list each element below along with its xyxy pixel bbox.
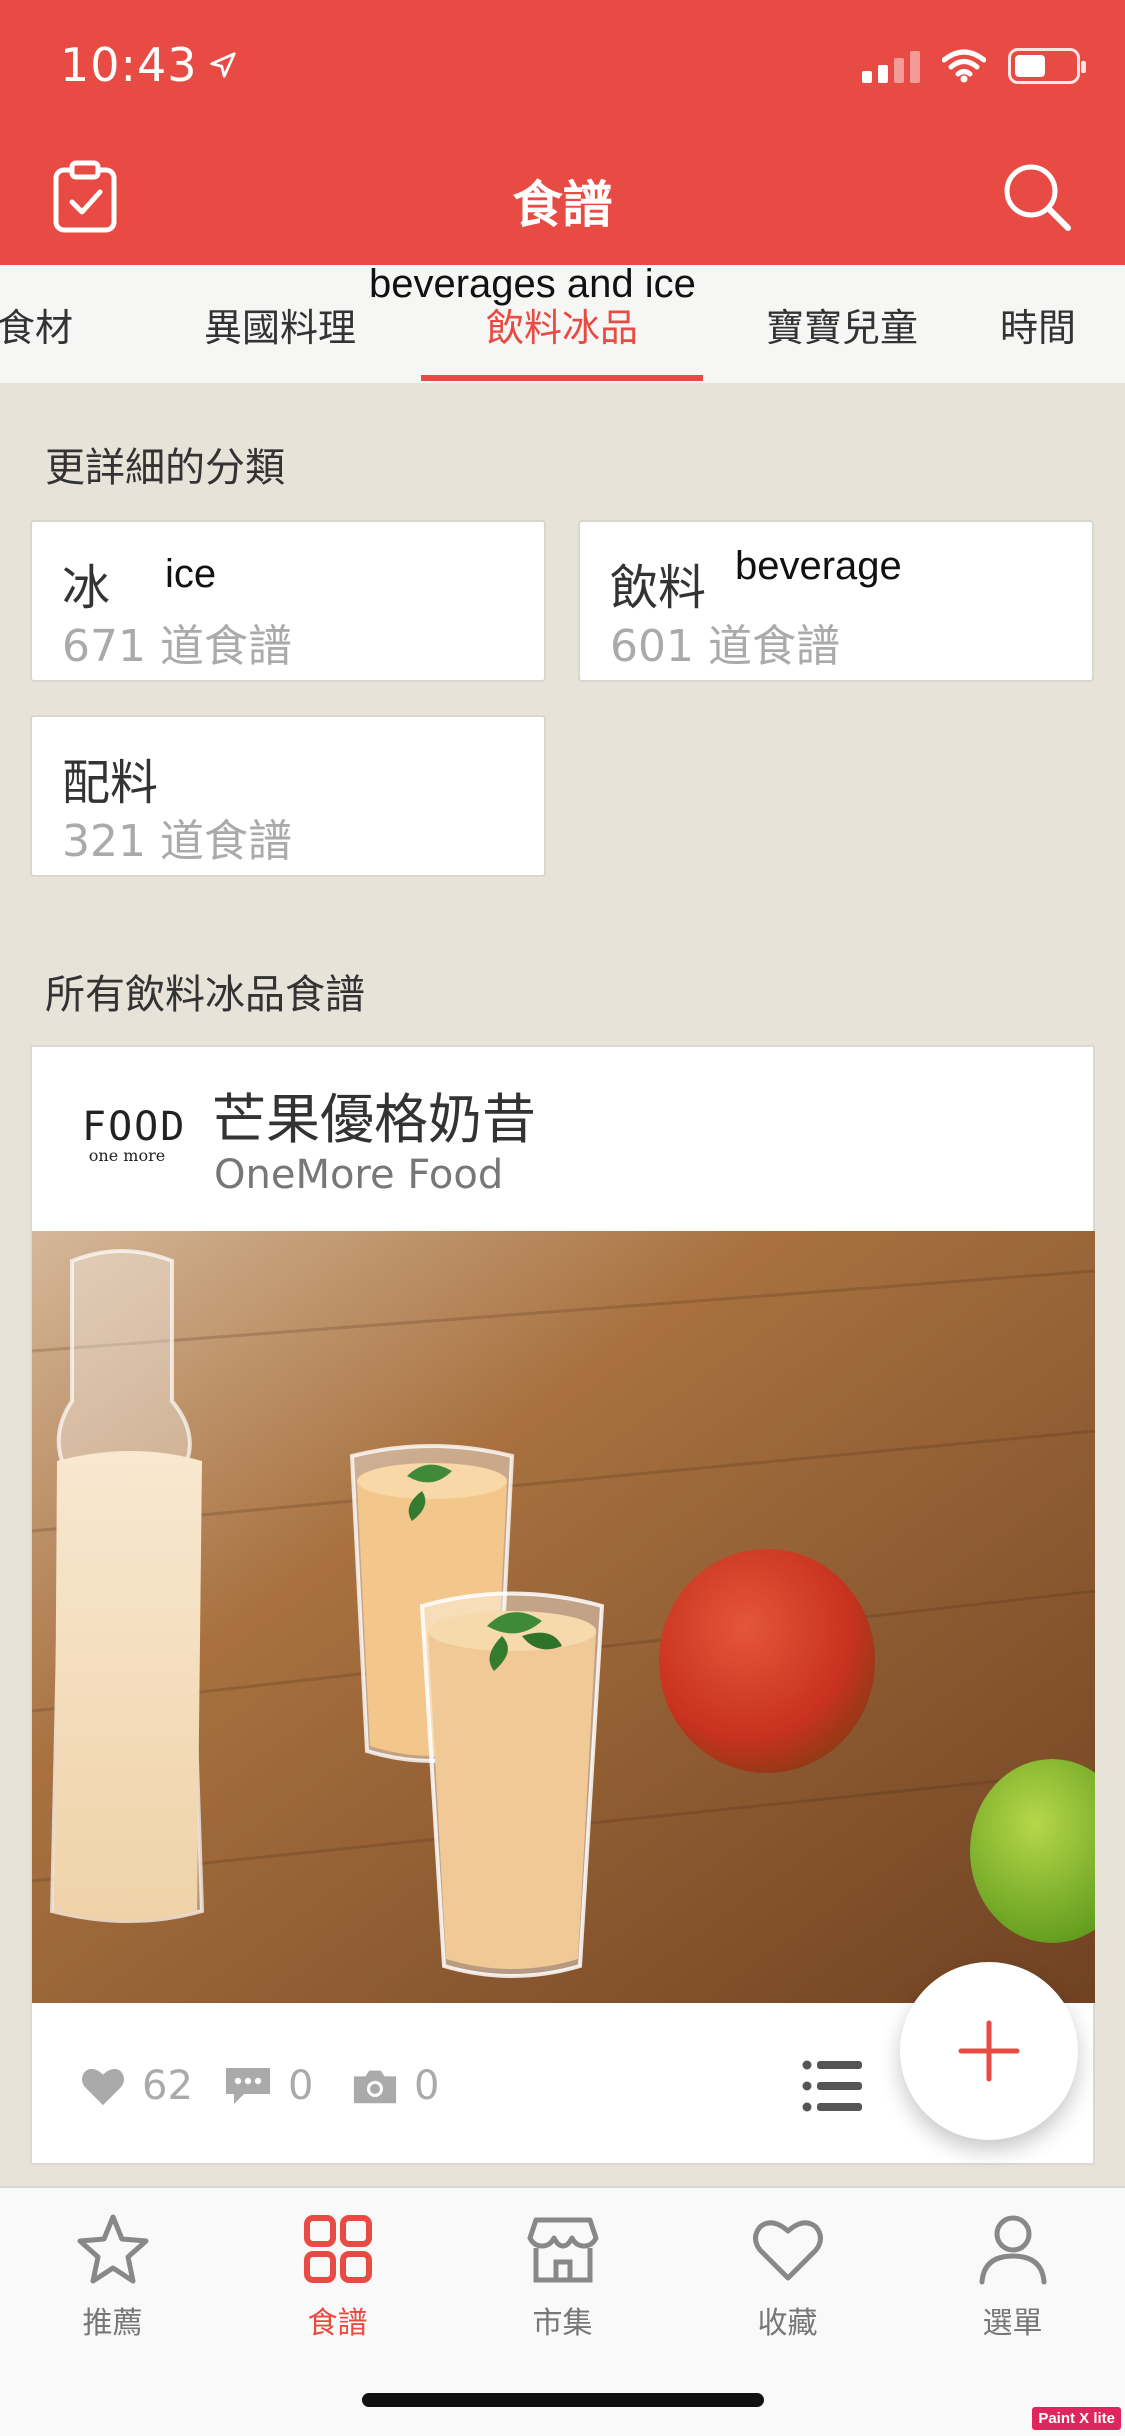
- wifi-icon: [942, 49, 986, 83]
- comments-count: 0: [288, 2063, 314, 2109]
- photos-count: 0: [414, 2063, 440, 2109]
- subcategory-card-toppings[interactable]: 配料 321 道食譜: [30, 715, 546, 877]
- plus-icon: [958, 2020, 1020, 2082]
- comments-stat[interactable]: 0: [224, 2063, 313, 2109]
- camera-icon: [353, 2070, 397, 2104]
- tab-annotation-text: beverages and ice: [369, 262, 696, 306]
- subcategory-section-title: 更詳細的分類: [45, 445, 285, 491]
- subcategory-annotation: beverage: [735, 544, 902, 588]
- heart-outline-icon: [752, 2220, 823, 2281]
- nav-label: 食譜: [307, 2306, 368, 2341]
- subcategory-name: 飲料: [610, 560, 707, 616]
- logo-main-text: FOOD: [82, 1104, 187, 1150]
- add-recipe-fab[interactable]: [900, 1962, 1078, 2140]
- store-icon: [527, 2217, 598, 2283]
- status-time-text: 10:43: [60, 38, 198, 92]
- nav-item-recipes[interactable]: 食譜: [225, 2212, 450, 2372]
- nav-label: 推薦: [82, 2306, 143, 2341]
- search-icon: [1004, 164, 1071, 231]
- author-logo[interactable]: FOOD one more: [82, 1104, 187, 1165]
- recipe-photo[interactable]: [32, 1231, 1095, 2003]
- grid-icon: [303, 2215, 372, 2283]
- nav-item-market[interactable]: 市集: [450, 2212, 675, 2372]
- nav-label: 市集: [532, 2306, 593, 2341]
- subcategory-count: 671 道食譜: [62, 621, 292, 672]
- subcategory-count: 601 道食譜: [610, 621, 840, 672]
- nav-item-recommend[interactable]: 推薦: [0, 2212, 225, 2372]
- nav-label: 選單: [982, 2306, 1043, 2341]
- recipe-author[interactable]: OneMore Food: [214, 1152, 503, 1198]
- all-recipes-section-title: 所有飲料冰品食譜: [45, 972, 365, 1018]
- likes-stat[interactable]: 62: [80, 2063, 193, 2109]
- watermark-badge: Paint X lite: [1032, 2407, 1121, 2430]
- status-bar-time: 10:43: [60, 38, 238, 92]
- search-button[interactable]: [1000, 160, 1075, 235]
- nav-item-favorites[interactable]: 收藏: [675, 2212, 900, 2372]
- add-to-list-button[interactable]: [802, 2059, 864, 2113]
- person-icon: [979, 2215, 1046, 2285]
- subcategory-card-ice[interactable]: 冰 ice 671 道食譜: [30, 520, 546, 682]
- nav-label: 收藏: [757, 2306, 818, 2341]
- list-icon: [802, 2060, 862, 2112]
- photos-stat[interactable]: 0: [352, 2063, 439, 2109]
- cellular-signal-icon: [862, 49, 920, 83]
- location-arrow-icon: [209, 52, 236, 78]
- recipe-card-header: FOOD one more 芒果優格奶昔 OneMore Food: [32, 1047, 1093, 1231]
- battery-icon: [1008, 48, 1086, 84]
- subcategory-name: 配料: [62, 755, 159, 811]
- nav-item-menu[interactable]: 選單: [900, 2212, 1125, 2372]
- comment-icon: [226, 2068, 270, 2104]
- subcategory-name: 冰: [62, 560, 111, 616]
- app-header: 10:43 食譜: [0, 0, 1125, 265]
- star-icon: [77, 2214, 148, 2284]
- subcategory-count: 321 道食譜: [62, 816, 292, 867]
- tab-time[interactable]: 時間: [1000, 265, 1125, 383]
- status-icons: [862, 48, 1086, 84]
- smoothie-photo-illustration: [32, 1231, 1095, 2003]
- subcategory-annotation: ice: [165, 552, 217, 596]
- tab-baby-children[interactable]: 寶寶兒童: [702, 265, 982, 383]
- logo-sub-text: one more: [88, 1146, 166, 1165]
- active-tab-indicator: [421, 375, 703, 381]
- home-indicator[interactable]: [362, 2393, 764, 2407]
- page-title: 食譜: [512, 176, 613, 234]
- recipe-title[interactable]: 芒果優格奶昔: [212, 1075, 536, 1154]
- heart-icon: [82, 2068, 124, 2106]
- subcategory-card-beverage[interactable]: 飲料 beverage 601 道食譜: [578, 520, 1094, 682]
- likes-count: 62: [142, 2063, 193, 2109]
